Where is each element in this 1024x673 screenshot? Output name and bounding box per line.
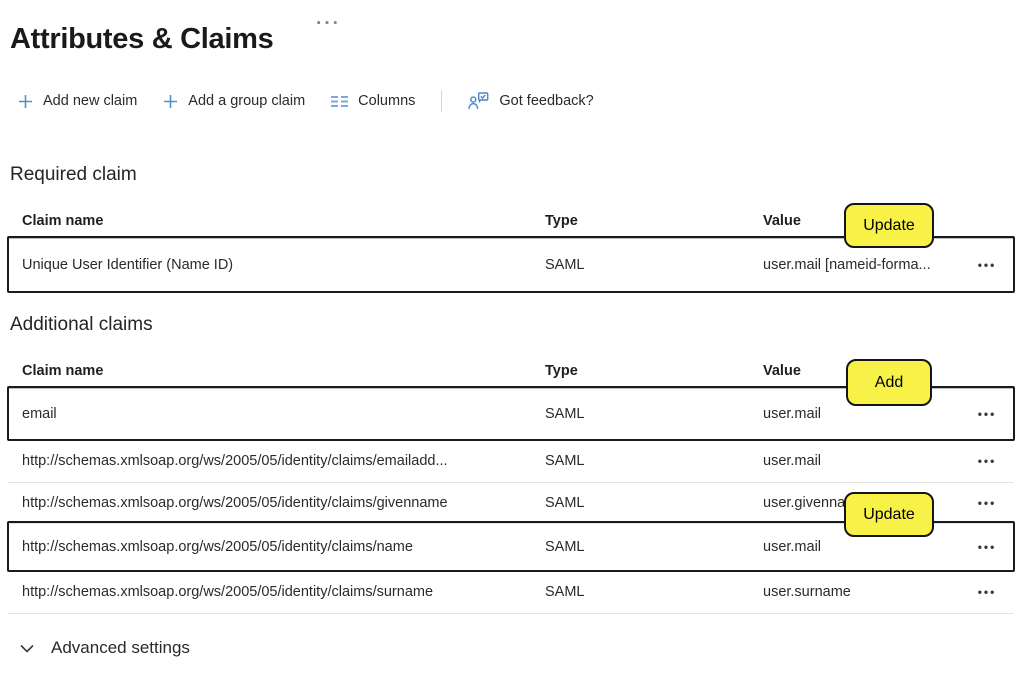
claim-value-cell: user.surname xyxy=(763,584,960,600)
row-context-menu-button[interactable]: ••• xyxy=(978,455,997,467)
page-title: Attributes & Claims xyxy=(10,23,273,56)
claim-type-cell: SAML xyxy=(545,539,763,555)
annotation-callout-update-name-claim: Update xyxy=(844,492,934,537)
column-header-type: Type xyxy=(545,213,763,229)
claim-type-cell: SAML xyxy=(545,406,763,422)
columns-button[interactable]: Columns xyxy=(331,93,415,109)
row-context-menu-button[interactable]: ••• xyxy=(978,408,997,420)
claim-type-cell: SAML xyxy=(545,257,763,273)
claim-type-cell: SAML xyxy=(545,584,763,600)
row-context-menu-button[interactable]: ••• xyxy=(978,259,997,271)
command-bar: Add new claim Add a group claim Columns xyxy=(18,86,594,116)
annotation-callout-update-required-claim: Update xyxy=(844,203,934,248)
add-new-claim-label: Add new claim xyxy=(43,93,137,109)
claim-type-cell: SAML xyxy=(545,453,763,469)
chevron-down-icon xyxy=(20,644,34,653)
title-context-menu-button[interactable]: ··· xyxy=(316,13,341,35)
claim-value-cell: user.mail [nameid-forma... xyxy=(763,257,960,273)
column-header-claim-name: Claim name xyxy=(8,213,545,229)
row-context-menu-button[interactable]: ••• xyxy=(978,497,997,509)
advanced-settings-label: Advanced settings xyxy=(51,638,190,658)
columns-icon xyxy=(331,95,348,108)
required-claim-heading: Required claim xyxy=(10,164,137,186)
add-group-claim-button[interactable]: Add a group claim xyxy=(163,93,305,109)
additional-claims-heading: Additional claims xyxy=(10,314,153,336)
feedback-person-icon xyxy=(468,92,489,110)
claim-value-cell: user.mail xyxy=(763,539,960,555)
ellipsis-horizontal-icon: ··· xyxy=(316,13,341,34)
claim-name-cell: http://schemas.xmlsoap.org/ws/2005/05/id… xyxy=(8,495,545,511)
advanced-settings-toggle[interactable]: Advanced settings xyxy=(20,638,190,658)
column-header-type: Type xyxy=(545,363,763,379)
plus-icon xyxy=(163,94,178,109)
claim-table-row[interactable]: http://schemas.xmlsoap.org/ws/2005/05/id… xyxy=(8,440,1014,483)
annotation-callout-add-email-claim: Add xyxy=(846,359,932,406)
claim-table-row[interactable]: http://schemas.xmlsoap.org/ws/2005/05/id… xyxy=(8,571,1014,614)
plus-icon xyxy=(18,94,33,109)
add-new-claim-button[interactable]: Add new claim xyxy=(18,93,137,109)
column-header-claim-name: Claim name xyxy=(8,363,545,379)
claim-name-cell: email xyxy=(8,406,545,422)
got-feedback-label: Got feedback? xyxy=(499,93,593,109)
toolbar-divider xyxy=(441,90,442,112)
claim-name-cell: http://schemas.xmlsoap.org/ws/2005/05/id… xyxy=(8,584,545,600)
claim-name-cell: http://schemas.xmlsoap.org/ws/2005/05/id… xyxy=(8,453,545,469)
row-context-menu-button[interactable]: ••• xyxy=(978,541,997,553)
columns-label: Columns xyxy=(358,93,415,109)
claim-value-cell: user.mail xyxy=(763,406,960,422)
claim-type-cell: SAML xyxy=(545,495,763,511)
claim-name-cell: Unique User Identifier (Name ID) xyxy=(8,257,545,273)
claim-name-cell: http://schemas.xmlsoap.org/ws/2005/05/id… xyxy=(8,539,545,555)
add-group-claim-label: Add a group claim xyxy=(188,93,305,109)
got-feedback-button[interactable]: Got feedback? xyxy=(468,92,593,110)
claim-value-cell: user.mail xyxy=(763,453,960,469)
row-context-menu-button[interactable]: ••• xyxy=(978,586,997,598)
